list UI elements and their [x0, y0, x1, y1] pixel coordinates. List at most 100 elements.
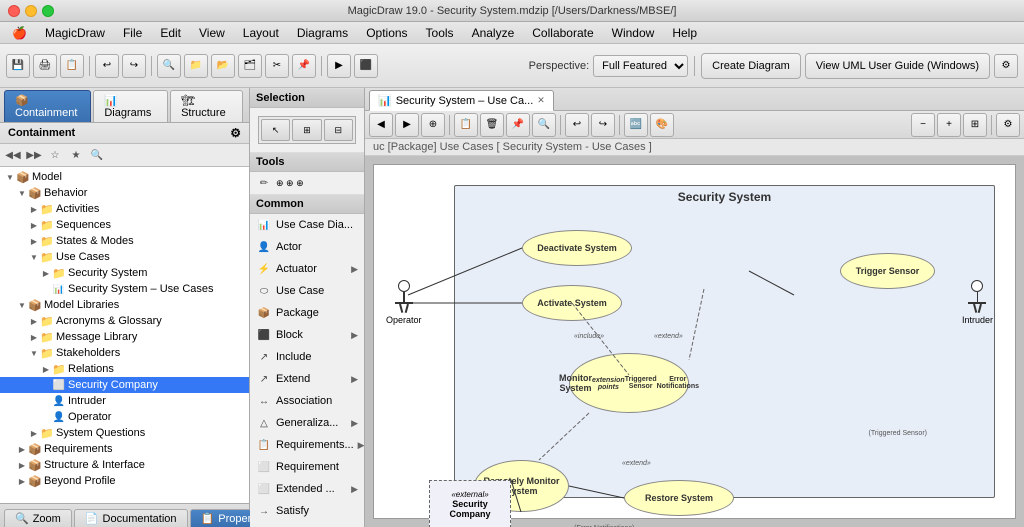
tab-containment[interactable]: 📦 Containment: [4, 90, 91, 122]
menu-help[interactable]: Help: [664, 24, 705, 42]
tools-item-use-case[interactable]: ⬭ Use Case: [250, 280, 364, 302]
traffic-lights[interactable]: [8, 5, 54, 17]
panel-toolbar-expand[interactable]: ▶▶: [25, 146, 43, 164]
tools-item-tool1[interactable]: ✏ ⊕ ⊕ ⊕: [250, 172, 364, 194]
diagram-tab-security[interactable]: 📊 Security System – Use Ca... ✕: [369, 90, 554, 111]
tab-structure[interactable]: 🏗 Structure: [170, 90, 243, 122]
tree-item-relations[interactable]: ▶ 📁 Relations: [0, 361, 249, 377]
tools-item-use-case-dia[interactable]: 📊 Use Case Dia...: [250, 214, 364, 236]
diag-tb-btn-5[interactable]: 🗑: [480, 113, 504, 137]
tree-item-sequences[interactable]: ▶ 📁 Sequences: [0, 217, 249, 233]
view-guide-button[interactable]: View UML User Guide (Windows): [805, 53, 990, 79]
tree-item-model[interactable]: ▼ 📦 Model: [0, 169, 249, 185]
toolbar-btn-11[interactable]: ⬛: [354, 54, 378, 78]
toolbar-btn-7[interactable]: 🗂: [238, 54, 262, 78]
tree-item-acronyms[interactable]: ▶ 📁 Acronyms & Glossary: [0, 313, 249, 329]
diag-tb-btn-1[interactable]: ◀: [369, 113, 393, 137]
toolbar-btn-5[interactable]: 📁: [184, 54, 208, 78]
toolbar-right-btn[interactable]: ⚙: [994, 54, 1018, 78]
tools-item-satisfy[interactable]: → Satisfy: [250, 500, 364, 522]
diagram-tab-close[interactable]: ✕: [537, 95, 545, 106]
tree-item-security-system-uc[interactable]: 📊 Security System – Use Cases: [0, 281, 249, 297]
toolbar-btn-10[interactable]: ▶: [327, 54, 351, 78]
diag-tb-btn-2[interactable]: ▶: [395, 113, 419, 137]
close-button[interactable]: [8, 5, 20, 17]
tree-item-message-library[interactable]: ▶ 📁 Message Library: [0, 329, 249, 345]
diagram-canvas[interactable]: Security System Operator: [365, 156, 1024, 527]
tree-item-stakeholders[interactable]: ▼ 📁 Stakeholders: [0, 345, 249, 361]
menu-analyze[interactable]: Analyze: [464, 24, 523, 42]
tools-item-generalization[interactable]: △ Generaliza... ▶: [250, 412, 364, 434]
tree-item-requirements[interactable]: ▶ 📦 Requirements: [0, 441, 249, 457]
toolbar-btn-3[interactable]: 📋: [60, 54, 84, 78]
tree-item-intruder[interactable]: 👤 Intruder: [0, 393, 249, 409]
diag-tb-btn-8[interactable]: ↩: [565, 113, 589, 137]
select-btn-3[interactable]: ⊟: [324, 119, 353, 141]
usecase-deactivate[interactable]: Deactivate System: [522, 230, 632, 266]
diag-tb-btn-props[interactable]: ⚙: [996, 113, 1020, 137]
tree-item-usecases[interactable]: ▼ 📁 Use Cases: [0, 249, 249, 265]
diag-tb-btn-7[interactable]: 🔍: [532, 113, 556, 137]
toolbar-btn-2[interactable]: 🖨: [33, 54, 57, 78]
diag-tb-btn-3[interactable]: ⊕: [421, 113, 445, 137]
diag-tb-btn-zoom-in[interactable]: +: [937, 113, 961, 137]
toolbar-btn-undo[interactable]: ↩: [95, 54, 119, 78]
usecase-restore[interactable]: Restore System: [624, 480, 734, 516]
toolbar-btn-6[interactable]: 📂: [211, 54, 235, 78]
usecase-monitor[interactable]: Monitor System extension points Triggere…: [569, 353, 689, 413]
tools-item-requirement[interactable]: ⬜ Requirement: [250, 456, 364, 478]
tools-item-package[interactable]: 📦 Package: [250, 302, 364, 324]
create-diagram-button[interactable]: Create Diagram: [701, 53, 801, 79]
tree-item-states[interactable]: ▶ 📁 States & Modes: [0, 233, 249, 249]
menu-window[interactable]: Window: [604, 24, 663, 42]
menu-magicdraw[interactable]: MagicDraw: [37, 24, 113, 42]
tools-item-derive[interactable]: → Derive: [250, 522, 364, 527]
diag-tb-btn-9[interactable]: ↪: [591, 113, 615, 137]
menu-tools[interactable]: Tools: [418, 24, 462, 42]
tree-item-activities[interactable]: ▶ 📁 Activities: [0, 201, 249, 217]
tree-item-system-questions[interactable]: ▶ 📁 System Questions: [0, 425, 249, 441]
select-btn-2[interactable]: ⊞: [292, 119, 321, 141]
diag-tb-btn-zoom-out[interactable]: −: [911, 113, 935, 137]
tools-item-extended[interactable]: ⬜ Extended ... ▶: [250, 478, 364, 500]
maximize-button[interactable]: [42, 5, 54, 17]
panel-toolbar-search[interactable]: 🔍: [88, 146, 106, 164]
menu-diagrams[interactable]: Diagrams: [289, 24, 356, 42]
panel-toolbar-new[interactable]: ☆: [46, 146, 64, 164]
diag-tb-btn-fit[interactable]: ⊞: [963, 113, 987, 137]
tools-item-actuator[interactable]: ⚡ Actuator ▶: [250, 258, 364, 280]
usecase-trigger[interactable]: Trigger Sensor: [840, 253, 935, 289]
tab-diagrams[interactable]: 📊 Diagrams: [93, 90, 168, 122]
toolbar-btn-9[interactable]: 📌: [292, 54, 316, 78]
toolbar-btn-8[interactable]: ✂: [265, 54, 289, 78]
toolbar-btn-4[interactable]: 🔍: [157, 54, 181, 78]
bottom-tab-documentation[interactable]: 📄 Documentation: [74, 509, 188, 527]
diag-tb-btn-4[interactable]: 📋: [454, 113, 478, 137]
tools-item-actor[interactable]: 👤 Actor: [250, 236, 364, 258]
bottom-tab-zoom[interactable]: 🔍 Zoom: [4, 509, 72, 527]
tree-item-operator[interactable]: 👤 Operator: [0, 409, 249, 425]
tools-item-extend[interactable]: ↗ Extend ▶: [250, 368, 364, 390]
tools-item-include[interactable]: ↗ Include: [250, 346, 364, 368]
perspective-select[interactable]: Full Featured: [593, 55, 688, 77]
tools-item-requirements[interactable]: 📋 Requirements... ▶: [250, 434, 364, 456]
tree-item-structure[interactable]: ▶ 📦 Structure & Interface: [0, 457, 249, 473]
tools-item-block[interactable]: ⬛ Block ▶: [250, 324, 364, 346]
panel-settings-icon[interactable]: ⚙: [230, 126, 241, 140]
diag-tb-btn-11[interactable]: 🎨: [650, 113, 674, 137]
diag-tb-btn-6[interactable]: 📌: [506, 113, 530, 137]
tree-item-beyond[interactable]: ▶ 📦 Beyond Profile: [0, 473, 249, 489]
tree-item-model-libraries[interactable]: ▼ 📦 Model Libraries: [0, 297, 249, 313]
menu-layout[interactable]: Layout: [235, 24, 287, 42]
usecase-activate[interactable]: Activate System: [522, 285, 622, 321]
menu-file[interactable]: File: [115, 24, 150, 42]
panel-toolbar-collapse[interactable]: ◀◀: [4, 146, 22, 164]
tree-item-security-system[interactable]: ▶ 📁 Security System: [0, 265, 249, 281]
menu-edit[interactable]: Edit: [152, 24, 189, 42]
tree-item-behavior[interactable]: ▼ 📦 Behavior: [0, 185, 249, 201]
menu-options[interactable]: Options: [358, 24, 415, 42]
tree-item-security-company[interactable]: ⬜ Security Company: [0, 377, 249, 393]
toolbar-btn-1[interactable]: 💾: [6, 54, 30, 78]
select-btn-1[interactable]: ↖: [261, 119, 290, 141]
diag-tb-btn-10[interactable]: 🔤: [624, 113, 648, 137]
